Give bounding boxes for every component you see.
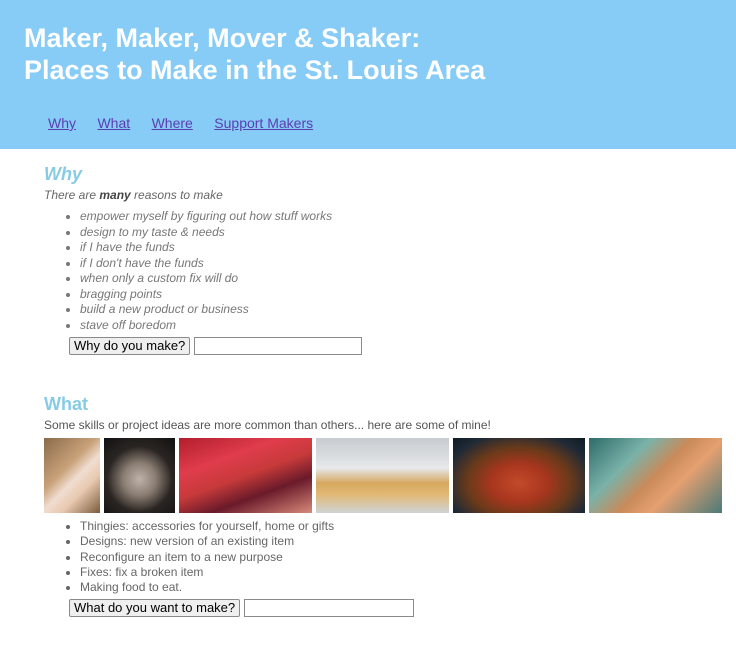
list-item: if I have the funds <box>80 240 724 256</box>
why-heading: Why <box>44 164 82 184</box>
list-item: Designs: new version of an existing item <box>80 534 724 549</box>
photo-lace-doilies <box>316 438 449 513</box>
list-item: Reconfigure an item to a new purpose <box>80 550 724 565</box>
list-item: bragging points <box>80 287 724 303</box>
nav-link-support-makers[interactable]: Support Makers <box>214 115 313 131</box>
why-section: Why There are many reasons to make empow… <box>44 163 724 355</box>
what-form: What do you want to make? <box>69 599 724 618</box>
list-item: stave off boredom <box>80 318 724 334</box>
list-item: Thingies: accessories for yourself, home… <box>80 519 724 534</box>
nav-link-what[interactable]: What <box>97 115 130 131</box>
main-nav: Why What Where Support Makers <box>48 115 330 133</box>
list-item: if I don't have the funds <box>80 256 724 272</box>
photo-pepperoni-pizza <box>453 438 585 513</box>
why-form: Why do you make? <box>69 337 724 355</box>
photo-person-with-mask <box>44 438 100 513</box>
why-intro-emphasis: many <box>99 188 131 202</box>
why-list: empower myself by figuring out how stuff… <box>44 209 724 333</box>
list-item: empower myself by figuring out how stuff… <box>80 209 724 225</box>
list-item: Making food to eat. <box>80 580 724 595</box>
why-intro-end: reasons to make <box>130 188 223 202</box>
nav-link-why[interactable]: Why <box>48 115 76 131</box>
what-intro: Some skills or project ideas are more co… <box>44 418 491 432</box>
site-title: Maker, Maker, Mover & Shaker: Places to … <box>24 22 485 86</box>
what-do-you-want-to-make-button[interactable]: What do you want to make? <box>69 599 241 618</box>
what-heading: What <box>44 394 88 414</box>
site-title-line-1: Maker, Maker, Mover & Shaker: <box>24 23 421 53</box>
what-answer-input[interactable] <box>244 599 415 618</box>
page-header: Maker, Maker, Mover & Shaker: Places to … <box>0 0 736 149</box>
why-intro-start: There are <box>44 188 100 202</box>
why-do-you-make-button[interactable]: Why do you make? <box>69 337 191 355</box>
photo-red-loom <box>179 438 312 513</box>
list-item: build a new product or business <box>80 302 724 318</box>
why-answer-input[interactable] <box>194 337 363 355</box>
photo-bearded-man-hat <box>104 438 175 513</box>
photo-bread-shape <box>589 438 722 513</box>
what-list: Thingies: accessories for yourself, home… <box>44 519 724 595</box>
list-item: when only a custom fix will do <box>80 271 724 287</box>
list-item: design to my taste & needs <box>80 225 724 241</box>
nav-link-where[interactable]: Where <box>152 115 193 131</box>
list-item: Fixes: fix a broken item <box>80 565 724 580</box>
what-section: What Some skills or project ideas are mo… <box>44 393 724 618</box>
site-title-line-2: Places to Make in the St. Louis Area <box>24 55 486 85</box>
photo-gallery <box>44 438 724 513</box>
why-intro: There are many reasons to make <box>44 187 724 203</box>
